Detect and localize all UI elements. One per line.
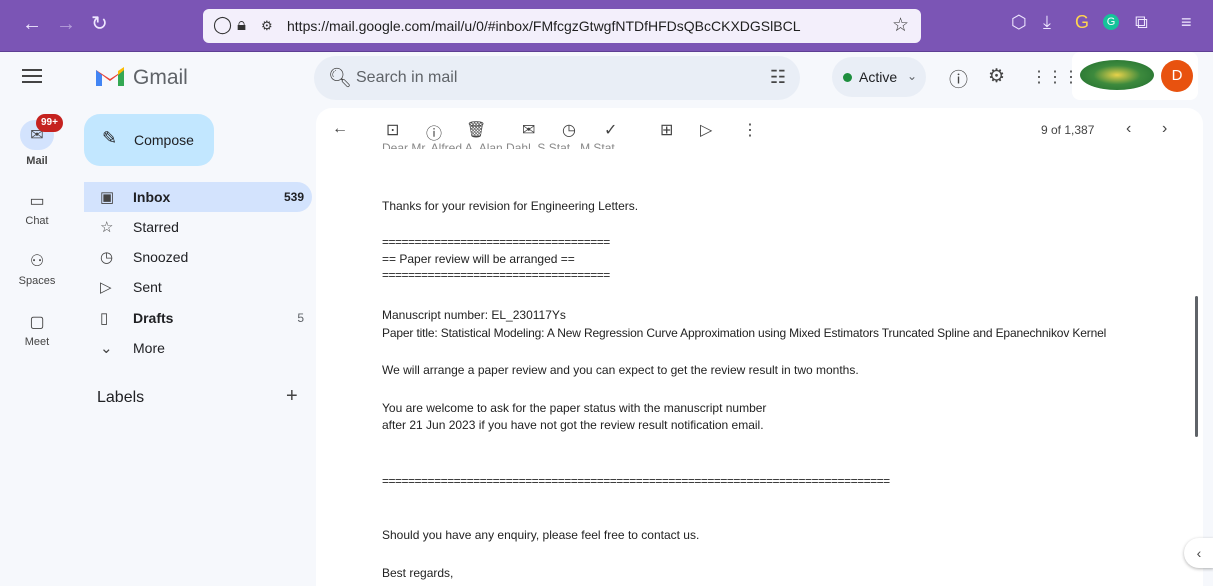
search-icon[interactable]: 🔍︎ bbox=[328, 66, 352, 90]
sidebar-item-drafts[interactable]: ▯ Drafts 5 bbox=[84, 303, 312, 333]
bookmark-star-icon[interactable]: ☆ bbox=[892, 14, 909, 37]
chevron-down-icon: ⌄ bbox=[100, 340, 113, 357]
extension-g-icon[interactable]: G bbox=[1075, 12, 1089, 33]
email-body-line: You are welcome to ask for the paper sta… bbox=[382, 401, 767, 415]
sidebar-item-snoozed[interactable]: ◷ Snoozed bbox=[84, 242, 312, 272]
email-body-line: Should you have any enquiry, please feel… bbox=[382, 528, 700, 542]
back-to-inbox-icon[interactable]: ← bbox=[332, 120, 348, 138]
rail-chat-label: Chat bbox=[25, 215, 49, 227]
sidebar-item-starred[interactable]: ☆ Starred bbox=[84, 212, 312, 242]
sidebar-item-more[interactable]: ⌄ More bbox=[84, 333, 312, 363]
sidebar-item-label: Drafts bbox=[133, 310, 174, 326]
main-menu-icon[interactable] bbox=[22, 69, 42, 71]
menu-icon[interactable]: ≡ bbox=[1181, 12, 1192, 33]
clipped-greeting: Dear Mr. Alfred A. Alan Dahl, S.Stat., M… bbox=[382, 141, 622, 149]
pocket-icon[interactable]: ⬡ bbox=[1011, 12, 1027, 33]
grammarly-icon[interactable]: G bbox=[1103, 14, 1119, 30]
sidebar-item-label: Sent bbox=[133, 279, 162, 295]
browser-toolbar: ← → ↻ ◯ 🔒︎ ⚙︎ https://mail.google.com/ma… bbox=[0, 0, 1213, 52]
draft-icon: ▯ bbox=[100, 310, 109, 327]
email-body-line: == Paper review will be arranged == bbox=[382, 252, 575, 266]
rail-meet[interactable]: ▢ Meet bbox=[0, 312, 74, 348]
archive-icon[interactable]: ⊡ bbox=[386, 120, 399, 140]
back-icon[interactable]: ← bbox=[22, 13, 42, 35]
email-body-line: Best regards, bbox=[382, 566, 454, 580]
rail-spaces[interactable]: ⚇ Spaces bbox=[0, 251, 74, 287]
email-body-line: Thanks for your revision for Engineering… bbox=[382, 199, 639, 213]
email-body-line: after 21 Jun 2023 if you have not got th… bbox=[382, 418, 764, 432]
permissions-icon[interactable]: ⚙︎ bbox=[261, 18, 273, 34]
sidebar-item-label: Starred bbox=[133, 219, 179, 235]
status-selector[interactable]: Active ⌄ bbox=[832, 57, 926, 97]
gmail-logo-icon bbox=[96, 67, 124, 86]
labels-heading: Labels bbox=[97, 389, 145, 406]
sidebar-item-label: Snoozed bbox=[133, 249, 189, 265]
organization-logo bbox=[1080, 60, 1154, 90]
compose-label: Compose bbox=[134, 132, 194, 148]
drafts-count: 5 bbox=[297, 311, 304, 325]
mark-unread-icon[interactable]: ✉ bbox=[522, 120, 535, 140]
extensions-icon[interactable]: ⧉ bbox=[1135, 12, 1148, 33]
help-icon[interactable]: ⓘ bbox=[949, 65, 968, 92]
lock-icon: 🔒︎ bbox=[237, 15, 247, 34]
reload-icon[interactable]: ↻ bbox=[91, 13, 108, 35]
search-bar[interactable]: 🔍︎ Search in mail ☷ bbox=[314, 56, 800, 100]
add-task-icon[interactable]: ✓ bbox=[604, 120, 617, 140]
search-options-icon[interactable]: ☷ bbox=[770, 67, 786, 88]
show-side-panel-icon[interactable]: ‹ bbox=[1184, 538, 1213, 568]
email-body-line: Manuscript number: EL_230117Ys bbox=[382, 308, 566, 322]
download-icon[interactable]: ⤓ bbox=[1043, 12, 1051, 33]
email-body-line: Paper title: Statistical Modeling: A New… bbox=[382, 326, 1107, 340]
sidebar-item-sent[interactable]: ▷ Sent bbox=[84, 272, 312, 302]
newer-email-icon[interactable]: ‹ bbox=[1126, 120, 1131, 138]
email-body-line: =================================== bbox=[382, 268, 610, 282]
more-options-icon[interactable]: ⋮ bbox=[742, 120, 758, 140]
inbox-icon: ▣ bbox=[100, 189, 115, 206]
address-bar[interactable]: ◯ 🔒︎ ⚙︎ https://mail.google.com/mail/u/0… bbox=[203, 9, 921, 43]
rail-mail-label: Mail bbox=[26, 155, 48, 167]
rail-mail[interactable]: ✉ Mail bbox=[0, 125, 74, 167]
send-icon: ▷ bbox=[100, 279, 112, 296]
settings-gear-icon[interactable]: ⚙ bbox=[988, 65, 1005, 88]
forward-icon[interactable]: → bbox=[56, 13, 76, 35]
sidebar-item-label: More bbox=[133, 340, 165, 356]
email-view: ← ⊡ ⓘ 🗑︎ ✉ ◷ ✓ ⊞ ▷ ⋮ 9 of 1,387 ‹ › Dear… bbox=[316, 108, 1203, 586]
snooze-icon[interactable]: ◷ bbox=[562, 120, 576, 140]
shield-icon: ◯ bbox=[213, 15, 233, 34]
unread-badge: 99+ bbox=[36, 114, 63, 132]
unread-count: 539 bbox=[283, 190, 304, 204]
email-body-line: =================================== bbox=[382, 235, 610, 249]
clock-icon: ◷ bbox=[100, 249, 114, 266]
url-text: https://mail.google.com/mail/u/0/#inbox/… bbox=[287, 18, 801, 34]
pagination-count: 9 of 1,387 bbox=[1041, 123, 1095, 137]
compose-button[interactable]: ✎ Compose bbox=[84, 114, 214, 166]
rail-meet-label: Meet bbox=[24, 336, 50, 348]
label-icon[interactable]: ▷ bbox=[700, 120, 712, 140]
scrollbar[interactable] bbox=[1195, 296, 1198, 437]
add-label-icon[interactable]: + bbox=[286, 385, 298, 408]
spaces-icon: ⚇ bbox=[29, 253, 45, 270]
star-icon: ☆ bbox=[100, 219, 114, 236]
delete-icon[interactable]: 🗑︎ bbox=[466, 120, 486, 140]
status-dot bbox=[843, 73, 852, 82]
move-to-icon[interactable]: ⊞ bbox=[660, 120, 673, 140]
avatar[interactable]: D bbox=[1161, 60, 1193, 92]
meet-icon: ▢ bbox=[29, 314, 45, 331]
status-label: Active bbox=[859, 69, 898, 85]
search-input[interactable]: Search in mail bbox=[356, 69, 457, 87]
chevron-down-icon: ⌄ bbox=[907, 69, 918, 83]
account-area[interactable]: D bbox=[1072, 52, 1198, 100]
rail-spaces-label: Spaces bbox=[18, 275, 56, 287]
rail-chat[interactable]: ▭ Chat bbox=[0, 191, 74, 227]
app-name: Gmail bbox=[133, 66, 188, 89]
pencil-icon: ✎ bbox=[102, 128, 118, 148]
chat-icon: ▭ bbox=[29, 193, 45, 210]
sidebar-item-inbox[interactable]: ▣ Inbox 539 bbox=[84, 182, 312, 212]
email-body-line: ========================================… bbox=[382, 474, 890, 488]
email-body-line: We will arrange a paper review and you c… bbox=[382, 363, 859, 377]
gmail-header: Gmail 🔍︎ Search in mail ☷ Active ⌄ ⓘ ⚙ ⋮… bbox=[0, 52, 1213, 108]
sidebar-item-label: Inbox bbox=[133, 189, 171, 205]
older-email-icon[interactable]: › bbox=[1162, 120, 1167, 138]
